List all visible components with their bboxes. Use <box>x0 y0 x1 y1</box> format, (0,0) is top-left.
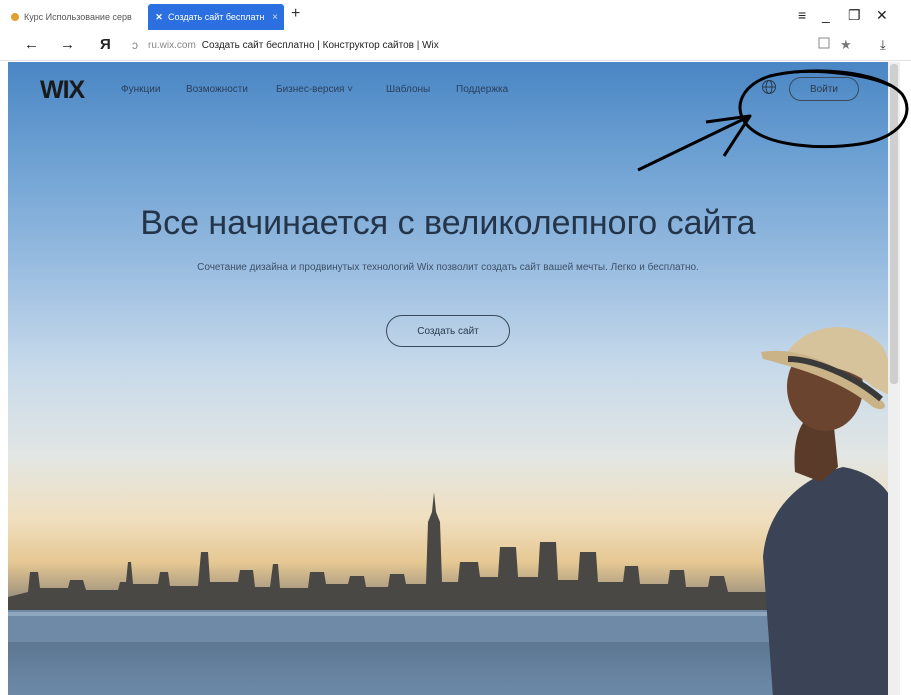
reader-icon[interactable] <box>818 37 830 52</box>
download-icon[interactable]: ⤓ <box>880 37 886 53</box>
browser-tab-bar: Курс Использование серв ✕ Создать сайт б… <box>0 0 911 30</box>
restore-button[interactable]: ❐ <box>848 7 861 24</box>
tab-close-icon[interactable]: × <box>272 12 278 23</box>
nav-templates[interactable]: Шаблоны <box>386 84 430 95</box>
tab-wix[interactable]: ✕ Создать сайт бесплатн × <box>148 4 284 30</box>
back-button[interactable]: ← <box>24 36 39 53</box>
page-headline: Все начинается с великолепного сайта <box>140 204 756 242</box>
reload-icon[interactable]: ↄ <box>132 38 138 52</box>
tab-label: Курс Использование серв <box>24 12 132 22</box>
annotation-circle <box>738 69 909 149</box>
address-domain: ru.wix.com <box>148 39 196 51</box>
browser-address-bar: ← → Я ↄ ru.wix.com Создать сайт бесплатн… <box>0 30 911 61</box>
favicon-icon <box>10 12 20 22</box>
nav-support[interactable]: Поддержка <box>456 84 508 95</box>
browser-menu-icon[interactable]: ≡ <box>798 7 806 23</box>
tab-course[interactable]: Курс Использование серв <box>4 4 144 30</box>
minimize-button[interactable]: _ <box>822 7 830 23</box>
nav-functions[interactable]: Функции <box>121 84 160 95</box>
annotation-arrow <box>637 114 752 172</box>
nav-features[interactable]: Возможности <box>186 84 248 95</box>
page-subheadline: Сочетание дизайна и продвинутых технолог… <box>197 262 699 273</box>
wix-favicon-icon: ✕ <box>155 11 163 22</box>
address-title: Создать сайт бесплатно | Конструктор сай… <box>201 39 439 51</box>
create-site-button[interactable]: Создать сайт <box>386 315 510 347</box>
forward-button[interactable]: → <box>60 36 75 53</box>
close-window-button[interactable]: ✕ <box>876 7 888 24</box>
star-icon[interactable]: ★ <box>840 37 852 53</box>
tab-label: Создать сайт бесплатн <box>168 12 265 22</box>
nav-business[interactable]: Бизнес-версия ˅ <box>276 84 353 95</box>
new-tab-button[interactable]: + <box>291 5 300 23</box>
wix-logo[interactable]: WIX <box>40 76 85 105</box>
man-with-hat-image <box>761 327 888 695</box>
yandex-button[interactable]: Я <box>100 36 111 53</box>
address-field[interactable]: ru.wix.com Создать сайт бесплатно | Конс… <box>148 36 798 54</box>
hand-drawn-annotation <box>637 69 909 172</box>
